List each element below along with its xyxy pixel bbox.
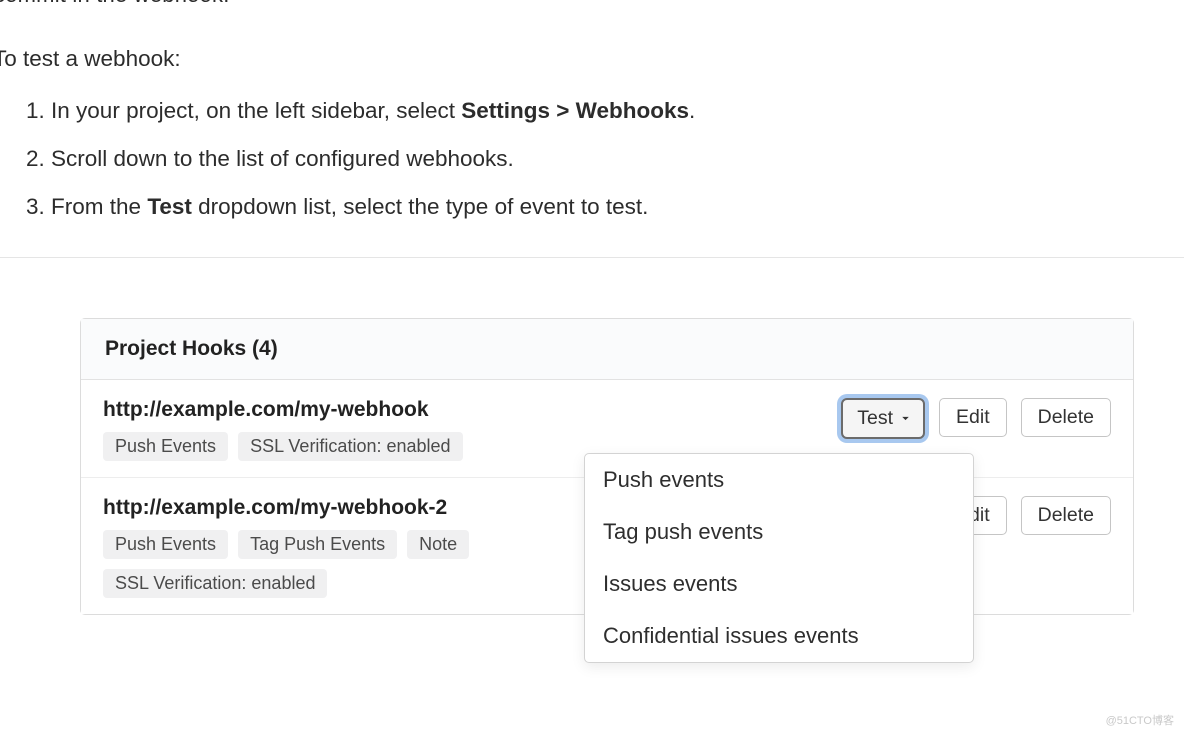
step-item: 1. In your project, on the left sidebar,… [26, 94, 1184, 128]
step-text-pre: In your project, on the left sidebar, se… [51, 98, 461, 123]
hook-tag: SSL Verification: enabled [103, 569, 327, 598]
test-dropdown-menu: Push events Tag push events Issues event… [584, 453, 974, 663]
hook-row: http://example.com/my-webhook Push Event… [81, 380, 1133, 478]
step-text-pre: Scroll down to the list of configured we… [51, 146, 514, 171]
step-text-pre: From the [51, 194, 147, 219]
hook-url: http://example.com/my-webhook [103, 398, 841, 422]
test-dropdown-button[interactable]: Test [841, 398, 925, 438]
hook-tags: Push Events SSL Verification: enabled [103, 432, 533, 461]
step-number: 1. [26, 98, 45, 123]
hook-main: http://example.com/my-webhook Push Event… [103, 398, 841, 461]
hook-tag: Tag Push Events [238, 530, 397, 559]
step-item: 2. Scroll down to the list of configured… [26, 142, 1184, 176]
dropdown-item-tag-push-events[interactable]: Tag push events [585, 506, 973, 558]
step-text-post: dropdown list, select the type of event … [192, 194, 649, 219]
intro-text: To test a webhook: [0, 46, 1184, 72]
card-header: Project Hooks (4) [81, 319, 1133, 380]
watermark: @51CTO博客 [1106, 712, 1174, 728]
chevron-down-icon [899, 412, 912, 425]
step-number: 3. [26, 194, 45, 219]
example-panel-wrap: Project Hooks (4) http://example.com/my-… [0, 257, 1184, 615]
step-item: 3. From the Test dropdown list, select t… [26, 190, 1184, 224]
edit-button[interactable]: Edit [939, 398, 1007, 436]
project-hooks-card: Project Hooks (4) http://example.com/my-… [80, 318, 1134, 615]
step-text-bold: Test [147, 194, 192, 219]
dropdown-item-issues-events[interactable]: Issues events [585, 558, 973, 610]
hook-actions: Test Edit Delete [841, 398, 1111, 438]
delete-button[interactable]: Delete [1021, 496, 1111, 534]
hook-tag: Push Events [103, 432, 228, 461]
test-button-label: Test [857, 405, 893, 431]
cutoff-previous-line: commit in the webhook. [0, 0, 1178, 6]
step-number: 2. [26, 146, 45, 171]
card-title: Project Hooks (4) [105, 337, 278, 360]
steps-list: 1. In your project, on the left sidebar,… [8, 94, 1184, 223]
dropdown-item-confidential-issues-events[interactable]: Confidential issues events [585, 610, 973, 662]
hook-tags: Push Events Tag Push Events Note SSL Ver… [103, 530, 533, 598]
hook-tag: Push Events [103, 530, 228, 559]
dropdown-item-push-events[interactable]: Push events [585, 454, 973, 506]
hook-tag: SSL Verification: enabled [238, 432, 462, 461]
delete-button[interactable]: Delete [1021, 398, 1111, 436]
step-text-post: . [689, 98, 695, 123]
step-text-bold: Settings > Webhooks [461, 98, 689, 123]
hook-tag: Note [407, 530, 469, 559]
